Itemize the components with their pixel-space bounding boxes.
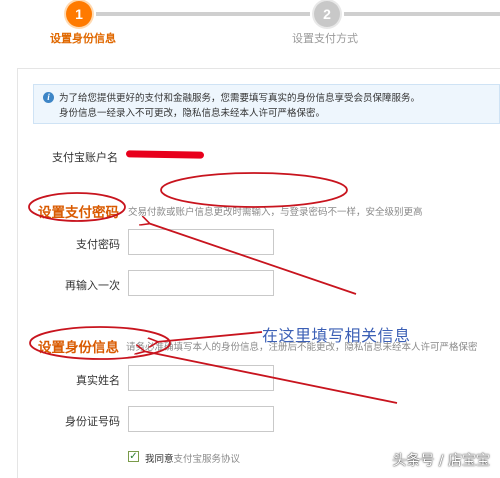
- payment-password-description: 交易付款或账户信息更改时需输入，与登录密码不一样，安全级别更高: [128, 207, 423, 218]
- confirm-password-input[interactable]: [128, 270, 274, 296]
- agreement-text: 我同意支付宝服务协议: [145, 451, 240, 465]
- account-name-label: 支付宝账户名: [52, 151, 118, 164]
- notice-text-line-1: 为了给您提供更好的支付和金融服务，您需要填写真实的身份信息享受会员保障服务。: [59, 93, 421, 104]
- payment-password-label: 支付密码: [76, 238, 120, 251]
- id-number-input[interactable]: [128, 406, 274, 432]
- step-connector: [344, 12, 500, 16]
- id-number-label: 身份证号码: [65, 415, 120, 428]
- agreement-checkbox[interactable]: ✓: [128, 451, 139, 462]
- agreement-prefix: 我同意: [145, 454, 174, 465]
- payment-password-input[interactable]: [128, 229, 274, 255]
- step-2-label: 设置支付方式: [292, 32, 358, 45]
- redaction-mark: [125, 150, 205, 159]
- real-name-input[interactable]: [128, 365, 274, 391]
- step-1-indicator: 1: [66, 1, 92, 27]
- payment-password-section-title: 设置支付密码: [38, 205, 119, 221]
- step-progress: 1 2 设置身份信息 设置支付方式: [0, 0, 500, 60]
- handwritten-annotation: 在这里填写相关信息: [262, 326, 411, 345]
- confirm-password-label: 再输入一次: [65, 279, 120, 292]
- notice-text-line-2: 身份信息一经录入不可更改，隐私信息未经本人许可严格保密。: [59, 108, 326, 119]
- step-2-indicator: 2: [314, 1, 340, 27]
- identity-section-title: 设置身份信息: [38, 340, 119, 356]
- info-icon: i: [43, 92, 54, 103]
- step-connector: [96, 12, 310, 16]
- step-1-label: 设置身份信息: [50, 32, 116, 45]
- watermark: 头条号 / 店宝宝: [392, 453, 490, 469]
- service-agreement-link[interactable]: 支付宝服务协议: [174, 454, 241, 465]
- real-name-label: 真实姓名: [76, 374, 120, 387]
- info-notice: i 为了给您提供更好的支付和金融服务，您需要填写真实的身份信息享受会员保障服务。…: [33, 84, 500, 124]
